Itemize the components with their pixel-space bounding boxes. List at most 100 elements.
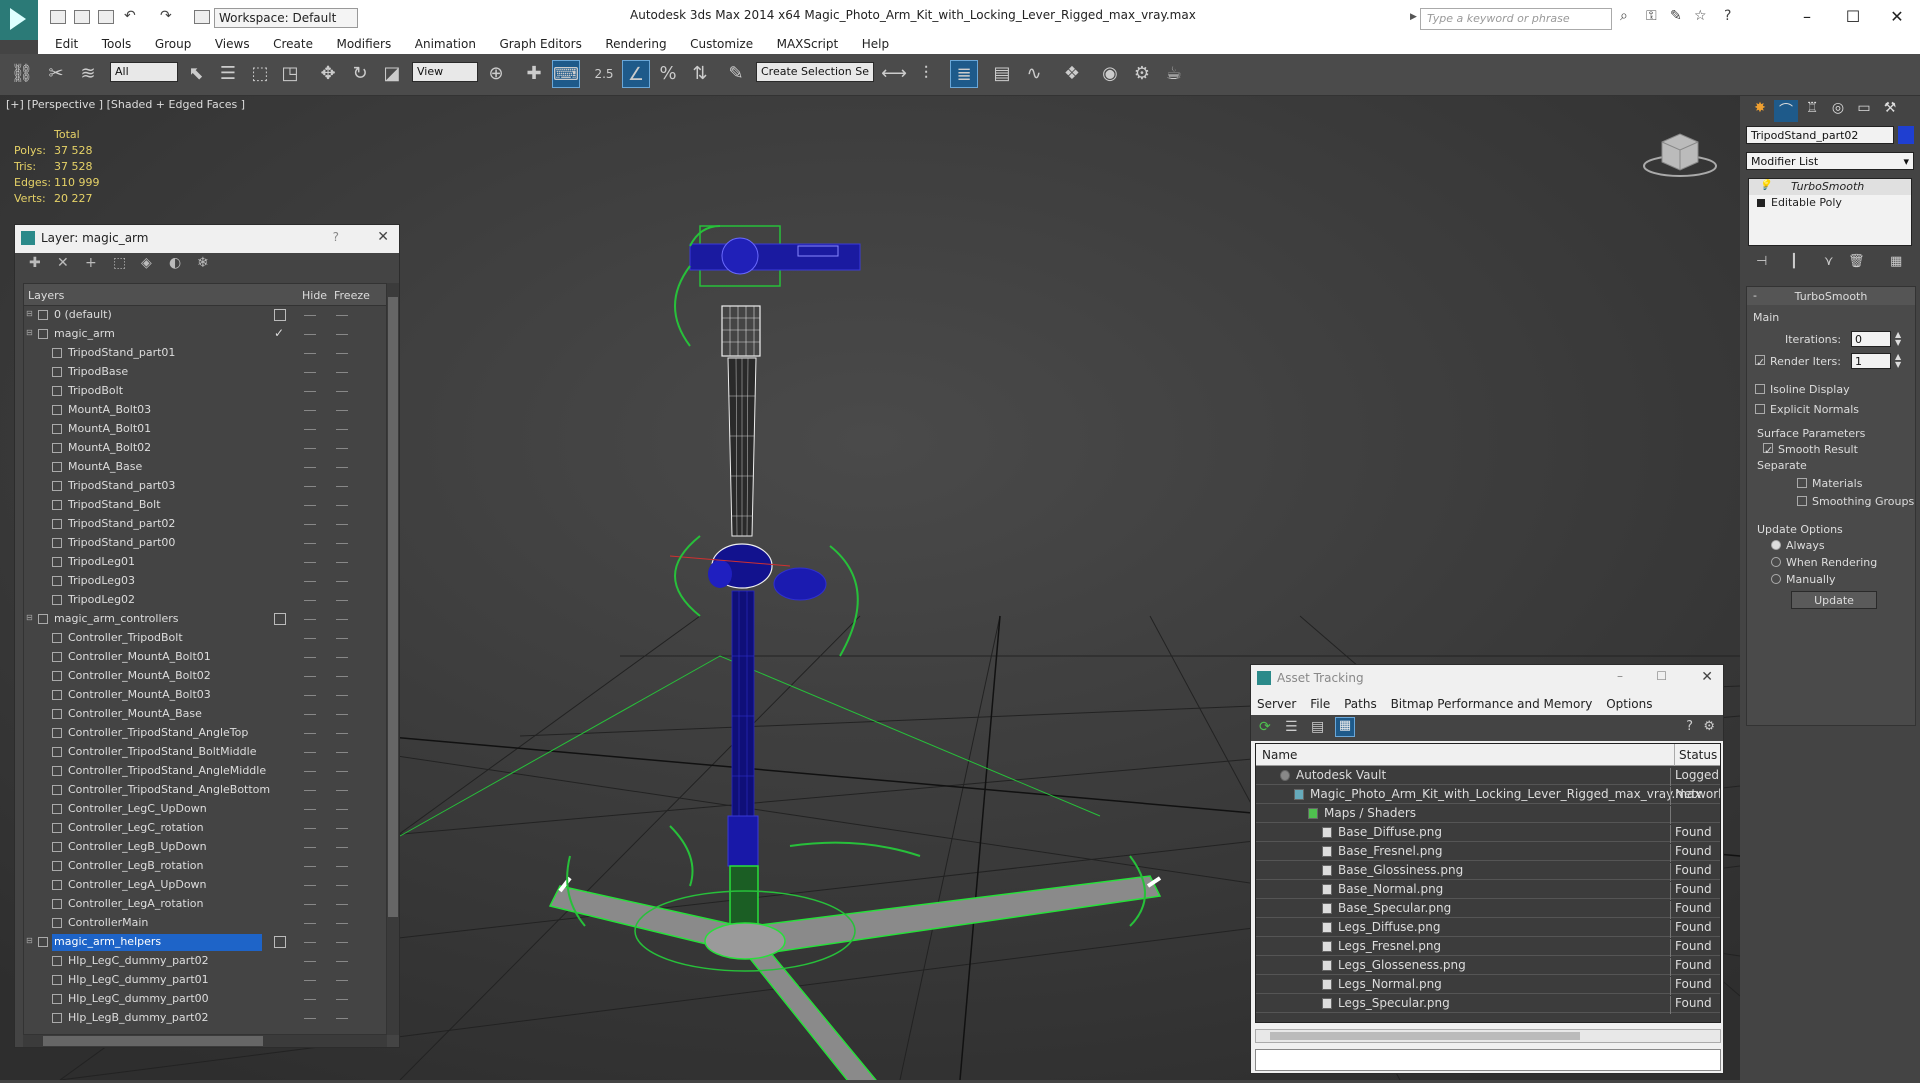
explicit-normals-checkbox[interactable]: Explicit Normals bbox=[1755, 403, 1859, 416]
layer-object-row[interactable]: Controller_MountA_Bolt02 bbox=[24, 667, 386, 686]
hide-toggle[interactable] bbox=[304, 600, 316, 601]
isoline-display-checkbox[interactable]: Isoline Display bbox=[1755, 383, 1850, 396]
schematic-view-icon[interactable]: ❖ bbox=[1058, 60, 1086, 88]
lightbulb-icon[interactable]: 💡 bbox=[1759, 180, 1771, 191]
freeze-toggle[interactable] bbox=[336, 1018, 348, 1019]
hide-toggle[interactable] bbox=[304, 581, 316, 582]
hide-toggle[interactable] bbox=[304, 410, 316, 411]
layer-object-row[interactable]: TripodLeg01 bbox=[24, 553, 386, 572]
pivot-center-icon[interactable]: ⊕ bbox=[482, 60, 510, 88]
asset-row[interactable]: Autodesk Vault Logged O bbox=[1256, 766, 1720, 786]
update-button[interactable]: Update bbox=[1791, 591, 1877, 609]
freeze-toggle[interactable] bbox=[336, 505, 348, 506]
freeze-toggle[interactable] bbox=[336, 828, 348, 829]
hide-toggle[interactable] bbox=[304, 334, 316, 335]
freeze-toggle[interactable] bbox=[336, 752, 348, 753]
maximize-button[interactable]: ☐ bbox=[1830, 4, 1876, 30]
modifier-list-dropdown[interactable]: Modifier List ▾ bbox=[1746, 152, 1914, 170]
menu-animation[interactable]: Animation bbox=[415, 34, 476, 51]
hide-toggle[interactable] bbox=[304, 942, 316, 943]
freeze-toggle[interactable] bbox=[336, 581, 348, 582]
subscription-icon[interactable]: ⚿ bbox=[1646, 8, 1657, 24]
layer-object-row[interactable]: Controller_MountA_Base bbox=[24, 705, 386, 724]
refresh-icon[interactable]: ⟳ bbox=[1259, 719, 1271, 735]
layer-object-row[interactable]: TripodStand_part02 bbox=[24, 515, 386, 534]
spinner-snap-icon[interactable]: ⇅ bbox=[686, 60, 714, 88]
layer-object-row[interactable]: Controller_LegC_UpDown bbox=[24, 800, 386, 819]
update-manually-radio[interactable]: Manually bbox=[1771, 573, 1836, 586]
menu-group[interactable]: Group bbox=[155, 34, 192, 51]
smoothing-groups-checkbox[interactable]: Smoothing Groups bbox=[1797, 495, 1914, 508]
menu-modifiers[interactable]: Modifiers bbox=[336, 34, 391, 51]
layer-object-row[interactable]: Controller_LegB_UpDown bbox=[24, 838, 386, 857]
freeze-toggle[interactable] bbox=[336, 771, 348, 772]
layer-object-row[interactable]: MountA_Bolt01 bbox=[24, 420, 386, 439]
hide-toggle[interactable] bbox=[304, 904, 316, 905]
col-status[interactable]: Status bbox=[1674, 744, 1717, 766]
freeze-toggle[interactable] bbox=[336, 429, 348, 430]
freeze-toggle[interactable] bbox=[336, 600, 348, 601]
freeze-toggle[interactable] bbox=[336, 448, 348, 449]
expand-collapse-icon[interactable]: ⊟ bbox=[26, 328, 33, 337]
hide-toggle[interactable] bbox=[304, 980, 316, 981]
freeze-toggle[interactable] bbox=[336, 467, 348, 468]
layer-object-row[interactable]: TripodStand_part01 bbox=[24, 344, 386, 363]
layer-object-row[interactable]: Controller_MountA_Bolt03 bbox=[24, 686, 386, 705]
layer-object-row[interactable]: Hlp_LegC_dummy_part02 bbox=[24, 952, 386, 971]
hide-toggle[interactable] bbox=[304, 657, 316, 658]
new-file-icon[interactable] bbox=[50, 10, 66, 24]
asset-menu-options[interactable]: Options bbox=[1606, 697, 1652, 711]
asset-row[interactable]: Base_Normal.png Found bbox=[1256, 880, 1720, 900]
render-iters-checkbox[interactable]: ✓ Render Iters: bbox=[1755, 355, 1841, 369]
update-when-rendering-radio[interactable]: When Rendering bbox=[1771, 556, 1877, 569]
hide-toggle[interactable] bbox=[304, 315, 316, 316]
update-always-radio[interactable]: Always bbox=[1771, 539, 1825, 552]
col-freeze[interactable]: Freeze bbox=[334, 289, 370, 302]
freeze-toggle[interactable] bbox=[336, 334, 348, 335]
freeze-toggle[interactable] bbox=[336, 961, 348, 962]
asset-row[interactable]: Base_Specular.png Found bbox=[1256, 899, 1720, 919]
add-to-layer-icon[interactable]: + bbox=[85, 255, 113, 271]
percent-snap-icon[interactable]: % bbox=[654, 60, 682, 88]
layer-object-row[interactable]: TripodStand_Bolt bbox=[24, 496, 386, 515]
layer-object-row[interactable]: Controller_LegC_rotation bbox=[24, 819, 386, 838]
list-view-icon[interactable]: ☰ bbox=[1285, 719, 1298, 735]
layer-object-row[interactable]: Controller_TripodStand_AngleMiddle bbox=[24, 762, 386, 781]
asset-table[interactable]: Name Status Autodesk Vault Logged OMagic_… bbox=[1255, 743, 1721, 1023]
layer-object-row[interactable]: TripodStand_part00 bbox=[24, 534, 386, 553]
hide-toggle[interactable] bbox=[304, 885, 316, 886]
layer-object-row[interactable]: MountA_Bolt03 bbox=[24, 401, 386, 420]
highlight-layer-icon[interactable]: ◈ bbox=[141, 255, 169, 271]
object-name-field[interactable]: TripodStand_part02 bbox=[1746, 126, 1894, 144]
material-editor-icon[interactable]: ◉ bbox=[1096, 60, 1124, 88]
layer-object-row[interactable]: Controller_MountA_Bolt01 bbox=[24, 648, 386, 667]
asset-close-button[interactable]: ✕ bbox=[1701, 669, 1713, 685]
selection-filter-dropdown[interactable]: All bbox=[110, 62, 178, 82]
undo-icon[interactable]: ↶ bbox=[124, 8, 136, 24]
hide-toggle[interactable] bbox=[304, 961, 316, 962]
hide-toggle[interactable] bbox=[304, 733, 316, 734]
stack-item-editable-poly[interactable]: Editable Poly bbox=[1749, 195, 1911, 211]
layer-object-row[interactable]: TripodLeg02 bbox=[24, 591, 386, 610]
layer-object-row[interactable]: TripodBolt bbox=[24, 382, 386, 401]
modify-tab-icon[interactable]: ⌒ bbox=[1774, 100, 1798, 122]
asset-row[interactable]: Legs_Glosseness.png Found bbox=[1256, 956, 1720, 976]
hide-toggle[interactable] bbox=[304, 828, 316, 829]
asset-row[interactable]: Maps / Shaders bbox=[1256, 804, 1720, 824]
stack-item-turbosmooth[interactable]: 💡 TurboSmooth bbox=[1749, 179, 1911, 195]
render-teapot-icon[interactable]: ☕ bbox=[1160, 60, 1188, 88]
hide-toggle[interactable] bbox=[304, 486, 316, 487]
hide-toggle[interactable] bbox=[304, 562, 316, 563]
reference-coordinate-dropdown[interactable]: View bbox=[412, 62, 478, 82]
layer-object-row[interactable]: MountA_Bolt02 bbox=[24, 439, 386, 458]
bind-space-warp-icon[interactable]: ≋ bbox=[74, 60, 102, 88]
freeze-toggle[interactable] bbox=[336, 315, 348, 316]
vault-settings-icon[interactable]: ⚙ bbox=[1703, 719, 1715, 734]
col-hide[interactable]: Hide bbox=[302, 289, 327, 302]
hide-toggle[interactable] bbox=[304, 771, 316, 772]
asset-row[interactable]: Base_Glossiness.png Found bbox=[1256, 861, 1720, 881]
freeze-toggle[interactable] bbox=[336, 904, 348, 905]
modifier-stack[interactable]: 💡 TurboSmooth Editable Poly bbox=[1748, 178, 1912, 246]
freeze-toggle[interactable] bbox=[336, 676, 348, 677]
freeze-toggle[interactable] bbox=[336, 657, 348, 658]
